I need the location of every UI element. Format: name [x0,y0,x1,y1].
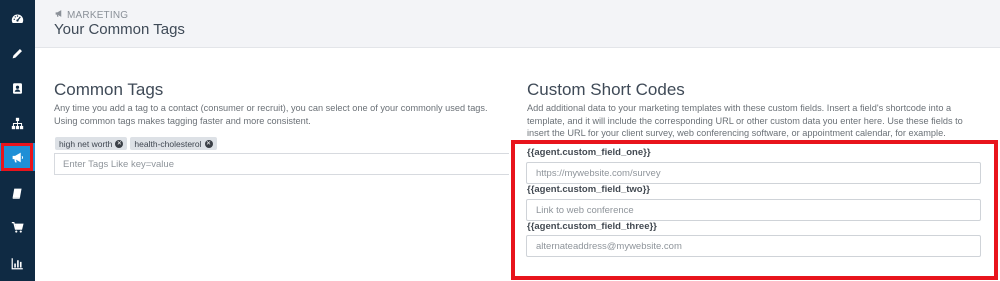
sidebar-item-organization[interactable] [0,109,35,137]
tag-chip[interactable]: health-cholesterol ✕ [130,137,217,150]
breadcrumb-label[interactable]: MARKETING [67,10,128,21]
bar-chart-icon [11,257,24,270]
custom-short-codes-description-line1: Add additional data to your marketing te… [527,103,952,113]
page-header: MARKETING Your Common Tags [35,0,1000,48]
custom-field-one-placeholder: https://mywebsite.com/survey [536,167,661,179]
custom-field-two-label: {{agent.custom_field_two}} [527,184,650,195]
custom-field-three-label: {{agent.custom_field_three}} [527,221,657,232]
tag-label: health-cholesterol [134,138,202,149]
custom-field-three-input[interactable]: alternateaddress@mywebsite.com [526,235,981,257]
close-icon[interactable]: ✕ [204,139,213,148]
sidebar-item-library[interactable] [0,179,35,207]
common-tags-description-line2: Using common tags makes tagging faster a… [54,116,311,126]
sidebar-item-contacts[interactable] [0,74,35,102]
tag-list: high net worth ✕ health-cholesterol ✕ [55,137,217,150]
contact-book-icon [11,82,24,95]
tags-input-placeholder: Enter Tags Like key=value [63,158,174,170]
custom-field-three-placeholder: alternateaddress@mywebsite.com [536,240,682,252]
breadcrumb: MARKETING [54,9,128,21]
custom-field-one-label: {{agent.custom_field_one}} [527,147,651,158]
sidebar-item-reports[interactable] [0,249,35,277]
megaphone-icon [54,9,64,21]
org-chart-icon [11,117,24,130]
cart-icon [11,221,24,234]
sidebar [0,0,35,281]
tags-input[interactable]: Enter Tags Like key=value [54,153,509,175]
custom-field-one-input[interactable]: https://mywebsite.com/survey [526,162,981,184]
sidebar-item-marketing[interactable] [0,143,35,171]
custom-short-codes-title: Custom Short Codes [527,80,685,99]
tag-label: high net worth [59,138,113,149]
dashboard-icon [11,12,24,25]
megaphone-icon [11,151,24,164]
custom-field-two-placeholder: Link to web conference [536,204,634,216]
common-tags-title: Common Tags [54,80,164,99]
sidebar-item-store[interactable] [0,213,35,241]
custom-short-codes-description-line3: insert the URL for your client survey, w… [527,128,946,138]
close-icon[interactable]: ✕ [115,139,124,148]
pencil-icon [11,47,24,60]
custom-short-codes-description-line2: template, and it will include the corres… [527,116,963,126]
tag-chip[interactable]: high net worth ✕ [55,137,128,150]
custom-field-two-input[interactable]: Link to web conference [526,199,981,221]
page-title: Your Common Tags [54,21,185,38]
sidebar-item-edit[interactable] [0,39,35,67]
common-tags-description-line1: Any time you add a tag to a contact (con… [54,103,488,113]
book-icon [11,187,24,200]
sidebar-item-dashboard[interactable] [0,4,35,32]
